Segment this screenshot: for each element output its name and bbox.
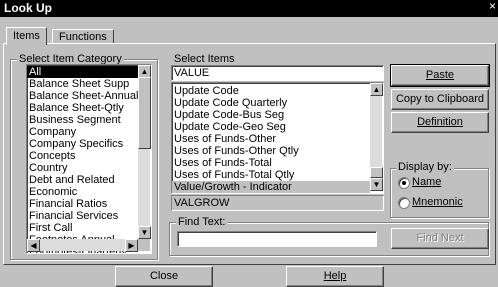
tab-items[interactable]: Items (6, 27, 47, 45)
scroll-right-icon[interactable]: ▶ (125, 239, 138, 252)
list-item[interactable]: Uses of Funds-Other Qtly (172, 145, 370, 157)
list-item[interactable]: Business Segment (27, 114, 138, 126)
list-item[interactable]: Update Code (172, 85, 370, 97)
display-by-legend: Display by: (396, 161, 454, 173)
category-scrollbar[interactable]: ▲ ▼ (138, 65, 151, 239)
tab-functions-label: Functions (59, 31, 107, 43)
list-item[interactable]: Balance Sheet-Annual (27, 90, 138, 102)
tab-functions[interactable]: Functions (52, 29, 114, 44)
item-search-input[interactable]: VALUE (171, 65, 384, 81)
list-item[interactable]: Update Code-Bus Seg (172, 109, 370, 121)
find-text-legend: Find Text: (176, 216, 228, 228)
list-item[interactable]: Economic (27, 186, 138, 198)
items-list[interactable]: Update Code Update Code Quarterly Update… (171, 82, 384, 194)
list-item[interactable]: Uses of Funds-Total Qtly (172, 169, 370, 181)
category-list[interactable]: All Balance Sheet Supp Balance Sheet-Ann… (26, 64, 152, 254)
list-item[interactable]: Financial Ratios (27, 198, 138, 210)
list-item[interactable]: Value/Growth - Indicator (172, 181, 370, 193)
scroll-down-icon[interactable]: ▼ (138, 226, 151, 239)
scroll-up-icon[interactable]: ▲ (370, 83, 383, 96)
category-hscrollbar[interactable]: ◀ ▶ (27, 239, 138, 252)
radio-name-label: Name (412, 176, 442, 188)
list-item[interactable]: Concepts (27, 150, 138, 162)
copy-to-clipboard-button[interactable]: Copy to Clipboard (391, 89, 489, 110)
scroll-left-icon[interactable]: ◀ (27, 239, 40, 252)
list-item[interactable]: Uses of Funds-Total (172, 157, 370, 169)
find-text-input[interactable] (177, 231, 377, 247)
list-item[interactable]: Update Code-Geo Seg (172, 121, 370, 133)
title-bar: Look Up × (0, 0, 498, 17)
definition-button[interactable]: Definition (391, 112, 489, 133)
item-search-value: VALUE (174, 67, 210, 79)
items-legend: Select Items (172, 53, 237, 65)
list-item[interactable]: Company Specifics (27, 138, 138, 150)
radio-button[interactable] (398, 177, 410, 189)
paste-button[interactable]: Paste (390, 64, 490, 87)
list-item[interactable]: Debt and Related (27, 174, 138, 186)
tab-items-label: Items (13, 30, 40, 42)
list-item[interactable]: Balance Sheet Supp (27, 78, 138, 90)
list-item[interactable]: Financial Services (27, 210, 138, 222)
items-scrollbar[interactable]: ▲ ▼ (370, 83, 383, 191)
list-item[interactable]: Balance Sheet-Qtly (27, 102, 138, 114)
scroll-thumb[interactable] (138, 77, 151, 149)
list-item[interactable]: All (27, 66, 138, 78)
list-item[interactable]: Company (27, 126, 138, 138)
mnemonic-value: VALGROW (174, 197, 230, 209)
scroll-down-icon[interactable]: ▼ (370, 178, 383, 191)
scroll-thumb[interactable] (370, 167, 383, 178)
list-item[interactable]: Uses of Funds-Other (172, 133, 370, 145)
radio-button[interactable] (398, 197, 410, 209)
scroll-corner (138, 239, 150, 251)
close-icon[interactable]: × (489, 0, 496, 13)
mnemonic-field: VALGROW (171, 195, 384, 211)
help-button[interactable]: Help (286, 266, 384, 287)
radio-mnemonic-label: Mnemonic (412, 196, 463, 208)
list-item[interactable]: Country (27, 162, 138, 174)
find-next-button[interactable]: Find Next (391, 228, 489, 249)
close-button[interactable]: Close (115, 266, 213, 287)
window-title: Look Up (4, 1, 52, 15)
list-item[interactable]: First Call (27, 222, 138, 234)
list-item[interactable]: Update Code Quarterly (172, 97, 370, 109)
